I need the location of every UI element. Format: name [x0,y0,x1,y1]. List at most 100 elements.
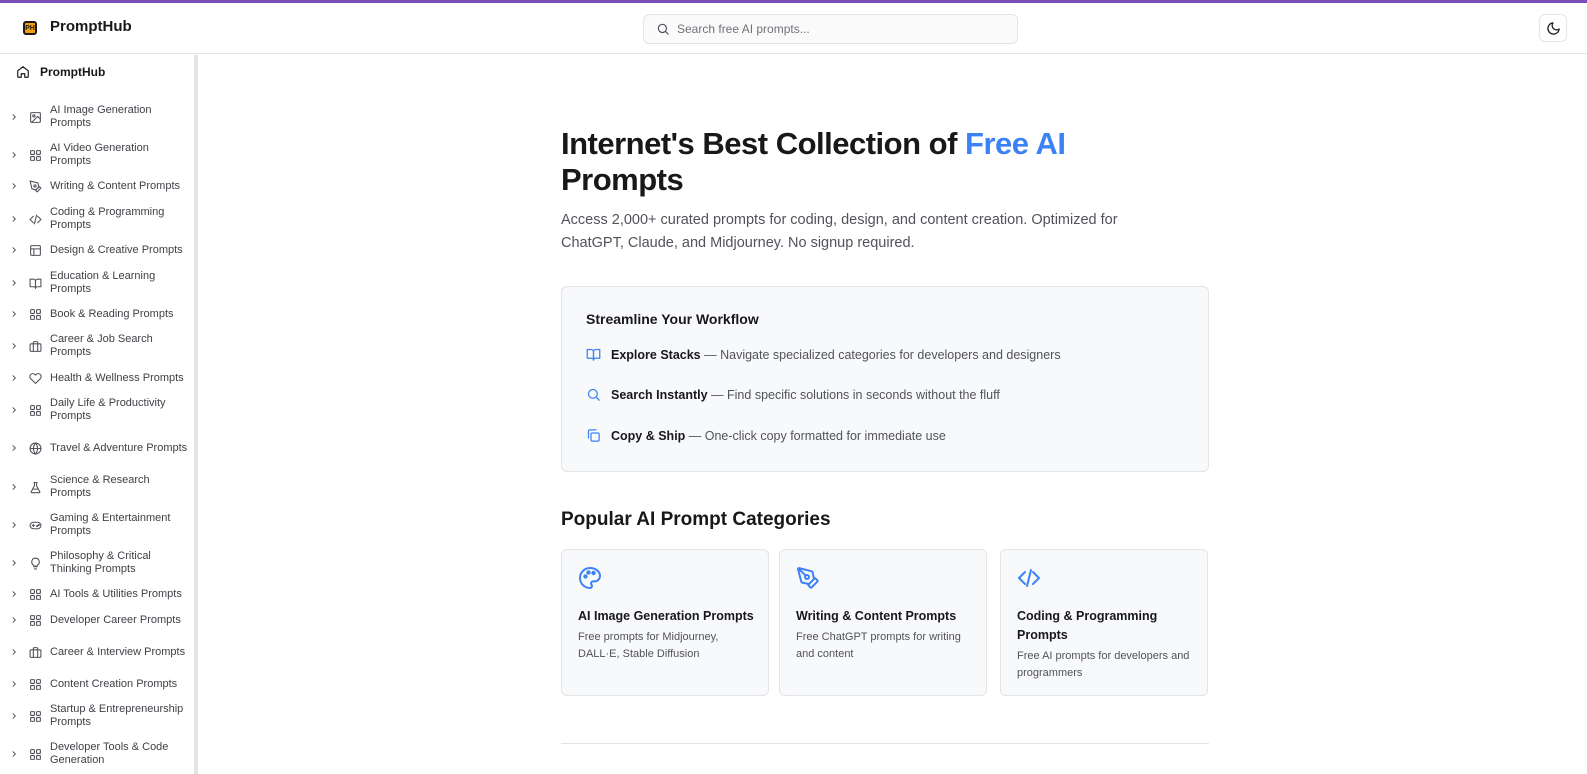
theme-toggle-button[interactable] [1539,14,1567,42]
chevron-right-icon[interactable] [10,680,18,688]
workflow-item-text: — Find specific solutions in seconds wit… [707,387,1000,402]
chevron-right-icon[interactable] [10,151,18,159]
briefcase-icon [28,339,42,353]
sidebar-item[interactable]: Science & Research Prompts [0,474,194,500]
chevron-right-icon[interactable] [10,648,18,656]
chevron-right-icon[interactable] [10,279,18,287]
sidebar-item[interactable]: Startup & Entrepreneurship Prompts [0,703,194,729]
brand-name[interactable]: PromptHub [50,18,132,35]
sidebar-item[interactable]: AI Tools & Utilities Prompts [0,581,194,607]
chevron-right-icon[interactable] [10,590,18,598]
sidebar-item[interactable]: Daily Life & Productivity Prompts [0,397,194,423]
code-icon [28,212,42,226]
sidebar-item-label: Gaming & Entertainment Prompts [50,512,171,537]
workflow-item: Explore Stacks — Navigate specialized ca… [586,347,1061,362]
sidebar-item[interactable]: Coding & Programming Prompts [0,206,194,232]
chevron-right-icon[interactable] [10,559,18,567]
home-icon [17,66,29,78]
logo[interactable]: PH [23,21,37,35]
chevron-right-icon[interactable] [10,374,18,382]
card-description: Free ChatGPT prompts for writing and con… [796,631,961,660]
sidebar-item[interactable]: Developer Career Prompts [0,607,194,633]
sidebar-item[interactable]: Health & Wellness Prompts [0,365,194,391]
sidebar-item[interactable]: Book & Reading Prompts [0,301,194,327]
category-card-coding[interactable]: Coding & Programming Prompts Free AI pro… [1000,549,1208,696]
top-header: PH PromptHub [0,3,1587,54]
sidebar-item-label: Design & Creative Prompts [50,244,183,256]
sidebar-item-label: AI Tools & Utilities Prompts [50,588,182,600]
chevron-right-icon[interactable] [10,483,18,491]
popular-categories-title: Popular AI Prompt Categories [561,509,831,530]
sidebar-item[interactable]: Writing & Content Prompts [0,173,194,199]
category-card-image[interactable]: AI Image Generation Prompts Free prompts… [561,549,769,696]
sidebar-item[interactable]: Gaming & Entertainment Prompts [0,512,194,538]
sidebar-item-label: Health & Wellness Prompts [50,372,184,384]
workflow-item-text: — One-click copy formatted for immediate… [685,428,946,443]
sidebar-item-label: Coding & Programming Prompts [50,206,165,231]
grid-icon [28,747,42,761]
sidebar-home-link[interactable]: PromptHub [16,65,105,79]
sidebar-item-label: Writing & Content Prompts [50,180,181,192]
flask-icon [28,480,42,494]
chevron-right-icon[interactable] [10,342,18,350]
lightbulb-icon [28,556,42,570]
sidebar-item-label: Daily Life & Productivity Prompts [50,397,166,422]
sidebar-item[interactable]: Content Creation Prompts [0,671,194,697]
sidebar-item-label: Startup & Entrepreneurship Prompts [50,703,184,728]
sidebar-item[interactable]: AI Image Generation Prompts [0,104,194,130]
book-icon [28,276,42,290]
chevron-right-icon[interactable] [10,521,18,529]
sidebar-item[interactable]: Design & Creative Prompts [0,237,194,263]
search-icon [587,388,600,401]
sidebar-item-label: Science & Research Prompts [50,474,150,499]
gamepad-icon [28,518,42,532]
layout-icon [28,243,42,257]
sidebar-item[interactable]: AI Video Generation Prompts [0,142,194,168]
grid-icon [28,709,42,723]
search-box[interactable] [643,14,1018,44]
grid-icon [28,148,42,162]
chevron-right-icon[interactable] [10,215,18,223]
chevron-right-icon[interactable] [10,310,18,318]
chevron-right-icon[interactable] [10,616,18,624]
card-title: Writing & Content Prompts [796,609,957,623]
sidebar-item[interactable]: Travel & Adventure Prompts [0,435,194,461]
sidebar-item[interactable]: Career & Interview Prompts [0,639,194,665]
sidebar-item-label: Developer Career Prompts [50,614,181,626]
heart-icon [28,371,42,385]
palette-icon [579,567,602,589]
chevron-right-icon[interactable] [10,712,18,720]
section-divider [561,743,1209,744]
main-content: Internet's Best Collection of Free AI Pro… [198,55,1587,774]
chevron-right-icon[interactable] [10,113,18,121]
sidebar-item-label: Philosophy & Critical Thinking Prompts [50,550,151,575]
copy-icon [587,429,600,442]
card-description: Free AI prompts for developers and progr… [1017,650,1190,679]
sidebar-item[interactable]: Developer Tools & Code Generation [0,741,194,767]
category-card-writing[interactable]: Writing & Content Prompts Free ChatGPT p… [779,549,987,696]
chevron-right-icon[interactable] [10,406,18,414]
chevron-right-icon[interactable] [10,182,18,190]
hero-title-accent: Free AI [965,126,1066,161]
chevron-right-icon[interactable] [10,246,18,254]
chevron-right-icon[interactable] [10,444,18,452]
search-input[interactable] [677,15,1007,43]
sidebar-item[interactable]: Career & Job Search Prompts [0,333,194,359]
workflow-item: Search Instantly — Find specific solutio… [586,387,1000,402]
sidebar-item-label: AI Image Generation Prompts [50,104,152,129]
sidebar-item-label: Education & Learning Prompts [50,270,156,295]
code-icon [1018,569,1040,587]
sidebar-item[interactable]: Education & Learning Prompts [0,270,194,296]
workflow-panel: Streamline Your Workflow Explore Stacks … [561,286,1209,472]
card-title: AI Image Generation Prompts [578,609,754,623]
search-icon [657,23,669,35]
globe-icon [28,441,42,455]
workflow-item-title: Search Instantly [611,387,708,402]
hero-title: Internet's Best Collection of Free AI Pro… [561,126,1121,198]
book-open-icon [586,348,601,361]
workflow-title: Streamline Your Workflow [586,311,759,327]
chevron-right-icon[interactable] [10,750,18,758]
workflow-item-title: Explore Stacks [611,347,701,362]
briefcase-icon [28,645,42,659]
sidebar-item[interactable]: Philosophy & Critical Thinking Prompts [0,550,194,576]
